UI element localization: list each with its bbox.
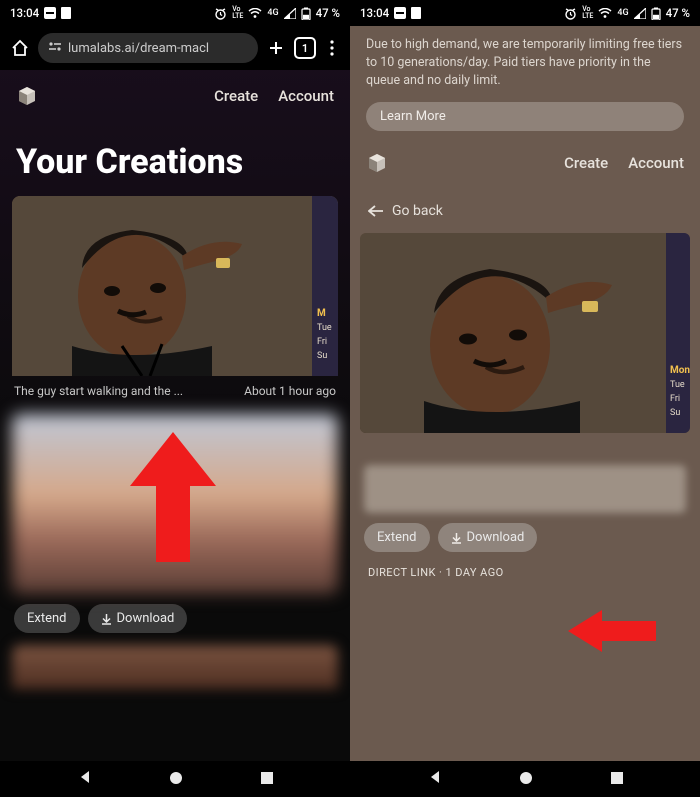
home-icon[interactable] <box>10 38 30 58</box>
url-text: lumalabs.ai/dream-macl <box>68 41 209 56</box>
browser-toolbar: lumalabs.ai/dream-macl 1 <box>0 26 350 70</box>
nav-account[interactable]: Account <box>278 87 334 105</box>
svg-text:Su: Su <box>670 408 680 418</box>
url-bar[interactable]: lumalabs.ai/dream-macl <box>38 33 258 63</box>
dnd-icon <box>44 7 56 19</box>
creation-card-blurred[interactable] <box>12 414 338 594</box>
annotation-arrow-left <box>568 606 656 656</box>
learn-more-button[interactable]: Learn More <box>366 102 684 131</box>
download-button[interactable]: Download <box>88 604 188 633</box>
status-bar: 13:04 VoLTE 4G 47 % <box>0 0 350 26</box>
svg-text:M: M <box>317 308 326 319</box>
volte-icon: VoLTE <box>582 6 593 20</box>
new-tab-icon[interactable] <box>266 38 286 58</box>
app-header: Create Account <box>0 70 350 122</box>
nav-home-icon[interactable] <box>169 770 183 789</box>
nav-home-icon[interactable] <box>519 770 533 789</box>
tab-count[interactable]: 1 <box>294 37 316 59</box>
go-back-link[interactable]: Go back <box>350 189 700 227</box>
battery-icon <box>651 7 661 20</box>
creation-card[interactable]: M Tue Fri Su The guy start walking and t… <box>12 196 338 404</box>
status-network: 4G <box>617 8 628 18</box>
svg-text:Mon: Mon <box>670 365 690 376</box>
android-nav-bar <box>350 761 700 797</box>
download-button[interactable]: Download <box>438 523 538 552</box>
nav-account[interactable]: Account <box>628 154 684 172</box>
nav-create[interactable]: Create <box>564 154 608 172</box>
screenshot-right: 13:04 VoLTE 4G 47 % Due to high demand, … <box>350 0 700 797</box>
dnd-icon <box>394 7 406 19</box>
luma-logo-icon[interactable] <box>16 85 38 107</box>
nav-recent-icon[interactable] <box>260 770 274 789</box>
status-battery: 47 % <box>316 6 340 20</box>
prompt-text-blurred <box>364 465 686 513</box>
go-back-label: Go back <box>392 203 443 219</box>
media-icon <box>61 7 71 19</box>
arrow-left-icon <box>368 205 384 217</box>
svg-text:Tue: Tue <box>670 380 685 390</box>
volte-icon: VoLTE <box>232 6 243 20</box>
status-network: 4G <box>267 8 278 18</box>
extend-button[interactable]: Extend <box>14 604 80 633</box>
nav-create[interactable]: Create <box>214 87 258 105</box>
signal-icon <box>284 8 296 19</box>
svg-text:Tue: Tue <box>317 323 332 333</box>
status-battery: 47 % <box>666 6 690 20</box>
alarm-icon <box>214 7 227 20</box>
detail-thumbnail[interactable]: Mon Tue Fri Su <box>360 233 690 433</box>
status-time: 13:04 <box>10 6 39 20</box>
luma-logo-icon[interactable] <box>366 152 388 174</box>
svg-text:Fri: Fri <box>317 337 327 347</box>
creation-time: About 1 hour ago <box>244 384 336 398</box>
creation-thumbnail: M Tue Fri Su <box>12 196 338 376</box>
overflow-menu-icon[interactable] <box>324 39 340 57</box>
status-time: 13:04 <box>360 6 389 20</box>
svg-text:Su: Su <box>317 351 327 361</box>
nav-back-icon[interactable] <box>427 769 443 789</box>
screenshot-left: 13:04 VoLTE 4G 47 % lumalabs.ai/dream-ma… <box>0 0 350 797</box>
wifi-icon <box>248 8 262 19</box>
notice-banner: Due to high demand, we are temporarily l… <box>350 26 700 94</box>
android-nav-bar <box>0 761 350 797</box>
creation-caption: The guy start walking and the ... <box>14 384 183 398</box>
status-bar: 13:04 VoLTE 4G 47 % <box>350 0 700 26</box>
nav-back-icon[interactable] <box>77 769 93 789</box>
battery-icon <box>301 7 311 20</box>
svg-text:Fri: Fri <box>670 394 680 404</box>
nav-recent-icon[interactable] <box>610 770 624 789</box>
site-settings-icon <box>48 39 62 57</box>
alarm-icon <box>564 7 577 20</box>
extend-button[interactable]: Extend <box>364 523 430 552</box>
detail-meta: DIRECT LINK · 1 DAY AGO <box>350 554 700 591</box>
page-title: Your Creations <box>0 122 350 196</box>
creation-card-blurred-2[interactable] <box>12 645 338 689</box>
wifi-icon <box>598 8 612 19</box>
media-icon <box>411 7 421 19</box>
signal-icon <box>634 8 646 19</box>
app-header: Create Account <box>350 137 700 189</box>
